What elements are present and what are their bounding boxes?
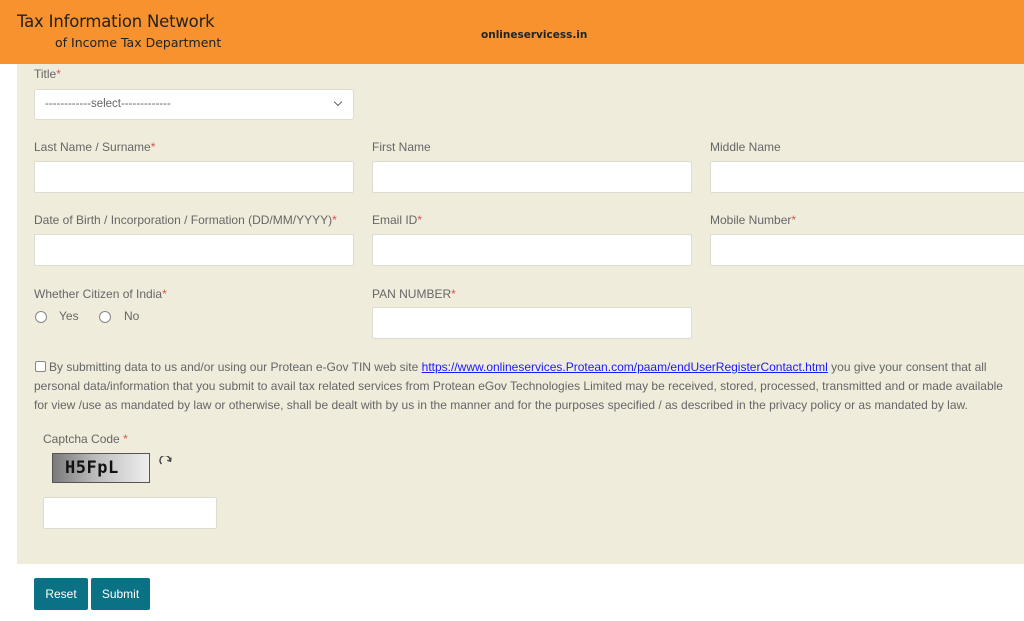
required-mark: * [150, 140, 156, 154]
required-mark: * [417, 213, 423, 227]
consent-text-before: By submitting data to us and/or using ou… [49, 360, 422, 374]
privacy-link[interactable]: https://www.onlineservices.Protean.com/p… [422, 360, 828, 374]
required-mark: * [791, 213, 797, 227]
citizen-no-label[interactable]: No [124, 309, 139, 323]
citizen-yes-radio[interactable] [35, 311, 47, 323]
site-name: onlineservicess.in [481, 29, 588, 41]
required-mark: * [332, 213, 337, 227]
mobile-label-text: Mobile Number [710, 213, 792, 227]
chevron-down-icon [333, 97, 343, 107]
required-mark: * [451, 287, 456, 301]
citizen-label-text: Whether Citizen of India [34, 287, 163, 301]
brand-subtitle: of Income Tax Department [55, 35, 222, 50]
mobile-label: Mobile Number* [710, 213, 796, 227]
citizen-label: Whether Citizen of India* [34, 287, 167, 301]
email-input[interactable] [372, 234, 692, 266]
first-name-input[interactable] [372, 161, 692, 193]
title-label-text: Title [34, 67, 57, 81]
required-mark: * [162, 287, 167, 301]
required-mark: * [56, 67, 61, 81]
first-name-label: First Name [372, 140, 431, 154]
middle-name-input[interactable] [710, 161, 1024, 193]
citizen-yes-label[interactable]: Yes [59, 309, 79, 323]
consent-text: By submitting data to us and/or using ou… [34, 358, 1009, 415]
site-header: Tax Information Network of Income Tax De… [0, 0, 1024, 64]
dob-label: Date of Birth / Incorporation / Formatio… [34, 213, 337, 227]
captcha-label: Captcha Code * [43, 432, 128, 446]
email-label: Email ID* [372, 213, 422, 227]
last-name-label: Last Name / Surname* [34, 140, 155, 154]
citizen-no-radio[interactable] [99, 311, 111, 323]
dob-label-text: Date of Birth / Incorporation / Formatio… [34, 213, 333, 227]
title-select[interactable]: ------------select------------- [34, 89, 354, 120]
email-label-text: Email ID [372, 213, 418, 227]
pan-label: PAN NUMBER* [372, 287, 456, 301]
reset-button[interactable]: Reset [34, 578, 88, 610]
captcha-label-text: Captcha Code [43, 432, 120, 446]
title-label: Title* [34, 67, 61, 81]
refresh-icon[interactable] [159, 456, 173, 470]
mobile-input[interactable] [710, 234, 1024, 266]
brand-title: Tax Information Network [17, 12, 215, 31]
middle-name-label: Middle Name [710, 140, 781, 154]
required-mark: * [123, 432, 128, 446]
last-name-input[interactable] [34, 161, 354, 193]
pan-input[interactable] [372, 307, 692, 339]
submit-button[interactable]: Submit [91, 578, 150, 610]
pan-label-text: PAN NUMBER [372, 287, 452, 301]
dob-input[interactable] [34, 234, 354, 266]
last-name-label-text: Last Name / Surname [34, 140, 151, 154]
captcha-input[interactable] [43, 497, 217, 529]
captcha-image: H5FpL [52, 453, 150, 483]
title-select-value: ------------select------------- [45, 98, 171, 110]
